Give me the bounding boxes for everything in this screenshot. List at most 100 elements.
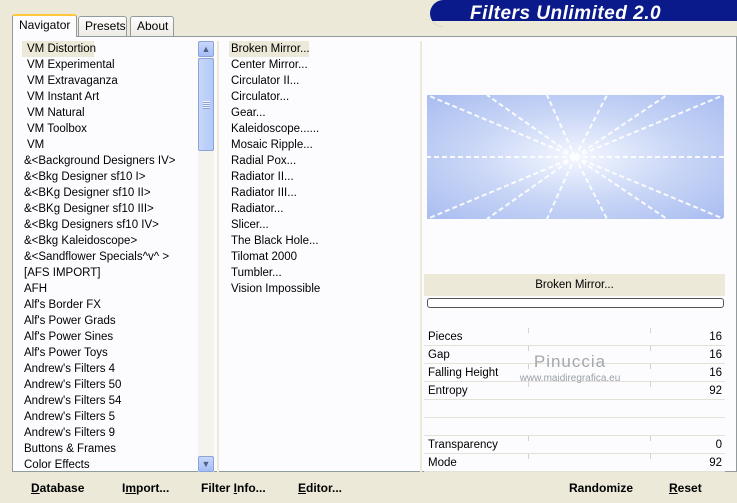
param-slider-row[interactable]: Mode 92 <box>424 454 725 472</box>
category-item[interactable]: VM <box>22 137 198 153</box>
filter-item[interactable]: Circulator... <box>229 89 414 105</box>
app-title: Filters Unlimited 2.0 <box>470 3 662 24</box>
filter-item[interactable]: Radial Pox... <box>229 153 414 169</box>
category-item[interactable]: Buttons & Frames <box>22 441 198 457</box>
slider-tick <box>528 346 529 351</box>
editor-button[interactable]: Editor... <box>298 481 342 495</box>
category-item[interactable]: AFH <box>22 281 198 297</box>
category-item[interactable]: Andrew's Filters 4 <box>22 361 198 377</box>
scroll-thumb[interactable] <box>198 58 214 151</box>
reset-label-hotkey: R <box>669 481 678 495</box>
reset-button[interactable]: Reset <box>669 481 702 495</box>
filter-item[interactable]: Vision Impossible <box>229 281 414 297</box>
reset-label-rest: eset <box>677 481 702 495</box>
import-label-rest: port... <box>136 481 170 495</box>
import-label-hotkey: m <box>125 481 137 495</box>
filterinfo-label-pre: Filter <box>201 481 234 495</box>
slider-tick <box>528 436 529 441</box>
category-item[interactable]: &<Background Designers IV> <box>22 153 198 169</box>
category-item[interactable]: VM Extravaganza <box>22 73 198 89</box>
param-value: 0 <box>715 439 722 451</box>
param-label: Falling Height <box>428 367 499 379</box>
tab-presets[interactable]: Presets <box>78 16 127 36</box>
category-scrollbar[interactable]: ▲ ▼ <box>198 41 214 472</box>
filter-item[interactable]: Radiator... <box>229 201 414 217</box>
param-row-empty <box>424 418 725 436</box>
divider <box>217 41 219 472</box>
category-item[interactable]: Andrew's Filters 9 <box>22 425 198 441</box>
filter-item[interactable]: Mosaic Ripple... <box>229 137 414 153</box>
param-label: Transparency <box>428 439 498 451</box>
param-value: 16 <box>709 367 722 379</box>
category-item[interactable]: Alf's Power Sines <box>22 329 198 345</box>
category-item[interactable]: Alf's Power Toys <box>22 345 198 361</box>
slider-tick <box>650 346 651 351</box>
grip-icon <box>203 101 210 109</box>
randomize-button[interactable]: Randomize <box>569 481 633 495</box>
param-value: 92 <box>709 457 722 469</box>
category-item[interactable]: Andrew's Filters 5 <box>22 409 198 425</box>
tab-navigator[interactable]: Navigator <box>12 14 77 37</box>
category-item[interactable]: VM Distortion <box>22 41 96 57</box>
filter-item[interactable]: Tilomat 2000 <box>229 249 414 265</box>
category-item[interactable]: VM Natural <box>22 105 198 121</box>
progress-bar <box>427 298 724 308</box>
category-item[interactable]: Andrew's Filters 54 <box>22 393 198 409</box>
category-item[interactable]: &<BKg Designer sf10 II> <box>22 185 198 201</box>
slider-tick <box>650 436 651 441</box>
category-item[interactable]: &<Sandflower Specials^v^ > <box>22 249 198 265</box>
import-button[interactable]: Import... <box>122 481 169 495</box>
category-item[interactable]: Alf's Border FX <box>22 297 198 313</box>
filter-item[interactable]: Slicer... <box>229 217 414 233</box>
category-item[interactable]: VM Toolbox <box>22 121 198 137</box>
filter-item[interactable]: Gear... <box>229 105 414 121</box>
category-item[interactable]: VM Instant Art <box>22 89 198 105</box>
category-item[interactable]: &<Bkg Designer sf10 I> <box>22 169 198 185</box>
category-item[interactable]: &<BKg Designer sf10 III> <box>22 201 198 217</box>
filter-info-button[interactable]: Filter Info... <box>201 481 266 495</box>
database-label-hotkey: D <box>31 481 40 495</box>
param-slider-row[interactable]: Entropy 92 <box>424 382 725 400</box>
database-label-rest: atabase <box>39 481 85 495</box>
param-row-empty <box>424 400 725 418</box>
slider-tick <box>650 382 651 387</box>
slider-tick <box>650 454 651 459</box>
filter-item[interactable]: Radiator II... <box>229 169 414 185</box>
tab-about[interactable]: About <box>130 16 174 36</box>
category-item[interactable]: Color Effects <box>22 457 198 473</box>
slider-tick <box>650 364 651 369</box>
slider-tick <box>528 364 529 369</box>
category-item[interactable]: [AFS IMPORT] <box>22 265 198 281</box>
category-item[interactable]: Andrew's Filters 50 <box>22 377 198 393</box>
param-slider-row[interactable]: Gap 16 <box>424 346 725 364</box>
database-button[interactable]: Database <box>31 481 84 495</box>
slider-tick <box>528 454 529 459</box>
filter-item[interactable]: Center Mirror... <box>229 57 414 73</box>
param-value: 92 <box>709 385 722 397</box>
scroll-down-button[interactable]: ▼ <box>198 456 214 472</box>
filter-item[interactable]: Broken Mirror... <box>229 41 310 57</box>
param-slider-row[interactable]: Falling Height 16 <box>424 364 725 382</box>
preview-image <box>427 95 724 219</box>
filter-item[interactable]: Tumbler... <box>229 265 414 281</box>
category-item[interactable]: Alf's Power Grads <box>22 313 198 329</box>
scroll-up-button[interactable]: ▲ <box>198 41 214 57</box>
param-value: 16 <box>709 349 722 361</box>
parameter-list: Pieces 16 Gap 16 Falling Height 16 Entropy 92 Tr… <box>424 328 725 472</box>
slider-tick <box>650 328 651 333</box>
param-label: Pieces <box>428 331 463 343</box>
filter-item[interactable]: The Black Hole... <box>229 233 414 249</box>
param-label: Entropy <box>428 385 468 397</box>
filterinfo-label-rest: nfo... <box>237 481 266 495</box>
category-item[interactable]: VM Experimental <box>22 57 198 73</box>
category-item[interactable]: &<Bkg Kaleidoscope> <box>22 233 198 249</box>
param-slider-row[interactable]: Pieces 16 <box>424 328 725 346</box>
filter-item[interactable]: Kaleidoscope...... <box>229 121 414 137</box>
filter-list[interactable]: Broken Mirror... Center Mirror... Circulat… <box>229 41 414 297</box>
category-item[interactable]: &<Bkg Designers sf10 IV> <box>22 217 198 233</box>
category-list[interactable]: VM Distortion VM Experimental VM Extravaga… <box>22 41 198 473</box>
param-slider-row[interactable]: Transparency 0 <box>424 436 725 454</box>
filter-item[interactable]: Radiator III... <box>229 185 414 201</box>
filter-item[interactable]: Circulator II... <box>229 73 414 89</box>
param-label: Mode <box>428 457 457 469</box>
